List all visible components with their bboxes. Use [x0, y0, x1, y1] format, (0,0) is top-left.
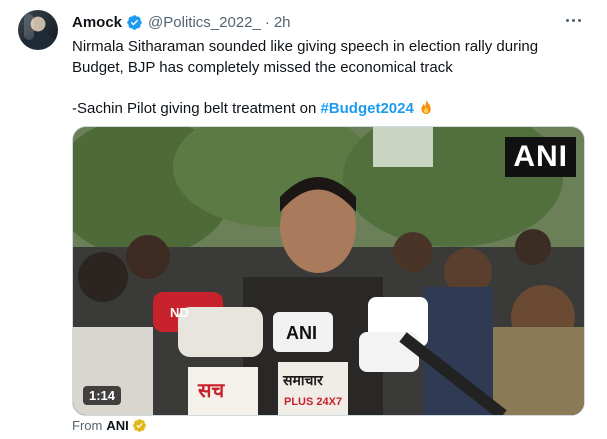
more-options-icon[interactable]: [561, 10, 585, 30]
samachar-mic-label: समाचार: [282, 373, 324, 389]
source-name-link[interactable]: ANI: [106, 418, 128, 433]
timestamp[interactable]: 2h: [274, 14, 291, 31]
sach-mic-label: सच: [197, 378, 226, 402]
verified-badge-icon: [127, 14, 142, 30]
avatar[interactable]: [18, 10, 58, 50]
tweet-header: Amock @Politics_2022_ · 2h: [72, 12, 291, 32]
tweet-text: Nirmala Sitharaman sounded like giving s…: [72, 36, 582, 119]
ani-logo: ANI: [505, 137, 576, 177]
tweet-text-line1: Nirmala Sitharaman sounded like giving s…: [72, 38, 539, 76]
fire-emoji-icon: [421, 100, 431, 115]
tweet-text-line2: -Sachin Pilot giving belt treatment on #…: [72, 98, 582, 119]
author-handle[interactable]: @Politics_2022_: [148, 14, 261, 31]
hashtag-link[interactable]: #Budget2024: [320, 100, 413, 117]
plus-mic-label: PLUS 24X7: [284, 396, 342, 408]
author-name[interactable]: Amock: [72, 14, 122, 31]
source-prefix: From: [72, 418, 103, 433]
source-attribution: From ANI: [72, 418, 147, 433]
gold-verified-badge-icon: [132, 419, 146, 432]
video-player[interactable]: ANI सच समाचार PLUS 24X7 ND ANI 1:14: [72, 126, 585, 416]
nd-mic-label: ND: [170, 305, 189, 320]
tweet[interactable]: Amock @Politics_2022_ · 2h Nirmala Sitha…: [0, 0, 607, 439]
tweet-text-prefix: -Sachin Pilot giving belt treatment on: [72, 100, 321, 117]
video-duration: 1:14: [83, 386, 122, 405]
separator-dot: ·: [264, 13, 270, 31]
ani-mic-label: ANI: [286, 323, 317, 343]
